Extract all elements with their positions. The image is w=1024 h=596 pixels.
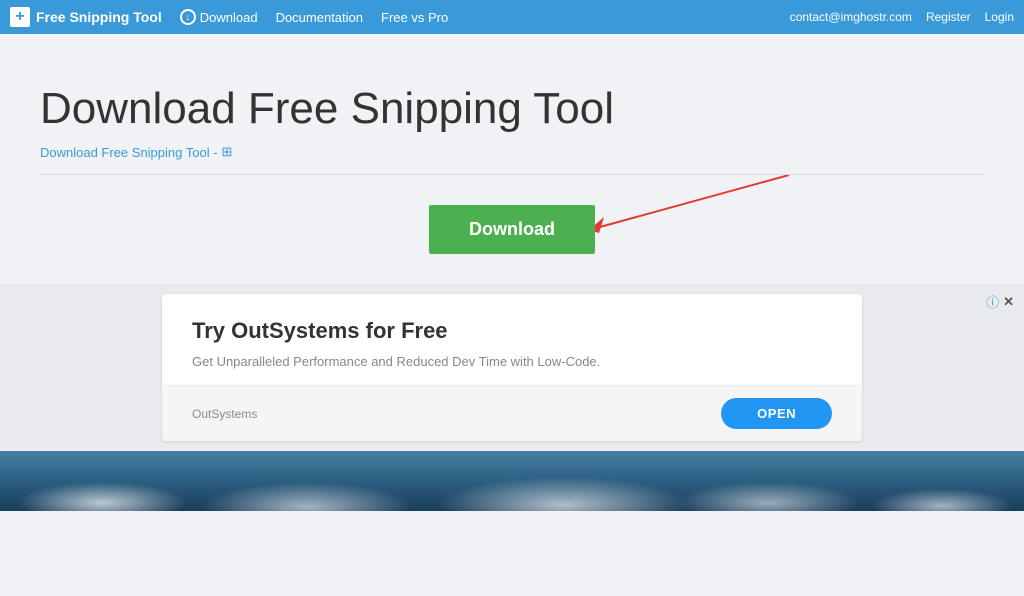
register-link[interactable]: Register — [926, 10, 971, 24]
download-area: Download — [40, 205, 984, 254]
contact-email[interactable]: contact@imghostr.com — [790, 10, 912, 24]
brand-icon: + — [10, 7, 30, 27]
nav-download-label: Download — [200, 10, 258, 25]
breadcrumb-text: Download Free Snipping Tool - — [40, 145, 218, 160]
download-circle-icon: ↓ — [180, 9, 196, 25]
nav-documentation-label: Documentation — [276, 10, 363, 25]
ad-info-icon[interactable]: ⓘ — [986, 292, 999, 311]
ad-card-footer: OutSystems OPEN — [162, 385, 862, 441]
ad-title: Try OutSystems for Free — [192, 318, 832, 344]
ad-controls: ⓘ ✕ — [986, 292, 1014, 311]
ad-card: Try OutSystems for Free Get Unparalleled… — [162, 294, 862, 441]
nav-documentation-link[interactable]: Documentation — [276, 10, 363, 25]
bottom-image-strip — [0, 451, 1024, 511]
section-divider — [40, 174, 984, 175]
brand-plus-icon: + — [15, 9, 24, 25]
navbar-right: contact@imghostr.com Register Login — [790, 10, 1014, 24]
navbar: + Free Snipping Tool ↓ Download Document… — [0, 0, 1024, 34]
main-content: Download Free Snipping Tool Download Fre… — [0, 34, 1024, 254]
page-title: Download Free Snipping Tool — [40, 84, 984, 134]
nav-freevspro-label: Free vs Pro — [381, 10, 448, 25]
brand-link[interactable]: + Free Snipping Tool — [10, 7, 162, 27]
navbar-left: + Free Snipping Tool ↓ Download Document… — [10, 7, 448, 27]
nav-freevspro-link[interactable]: Free vs Pro — [381, 10, 448, 25]
cloud-decoration — [0, 471, 1024, 511]
ad-description: Get Unparalleled Performance and Reduced… — [192, 354, 832, 369]
brand-label: Free Snipping Tool — [36, 9, 162, 25]
ad-open-button[interactable]: OPEN — [721, 398, 832, 429]
ad-section: ⓘ ✕ Try OutSystems for Free Get Unparall… — [0, 284, 1024, 451]
breadcrumb-link[interactable]: Download Free Snipping Tool - ⊞ — [40, 144, 984, 160]
ad-source-label: OutSystems — [192, 407, 257, 421]
ad-close-button[interactable]: ✕ — [1003, 294, 1014, 310]
download-button[interactable]: Download — [429, 205, 595, 254]
windows-icon: ⊞ — [222, 144, 233, 160]
nav-download-link[interactable]: ↓ Download — [180, 9, 258, 25]
ad-card-body: Try OutSystems for Free Get Unparalleled… — [162, 294, 862, 385]
login-link[interactable]: Login — [985, 10, 1014, 24]
